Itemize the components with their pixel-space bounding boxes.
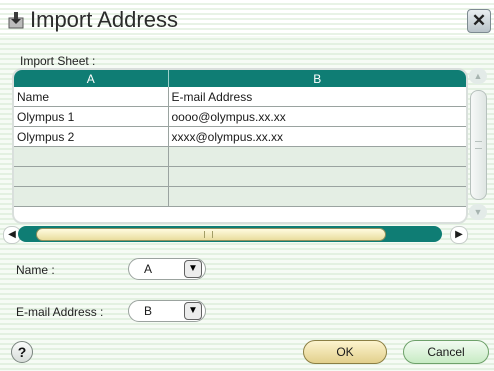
table-cell[interactable] bbox=[14, 166, 169, 187]
vertical-scroll-thumb[interactable] bbox=[470, 90, 487, 200]
name-field-label: Name : bbox=[16, 263, 55, 277]
table-row[interactable] bbox=[14, 166, 466, 187]
vertical-scrollbar[interactable]: ▲ ▼ bbox=[469, 68, 487, 220]
cancel-button[interactable]: Cancel bbox=[403, 340, 489, 364]
scroll-up-icon[interactable]: ▲ bbox=[469, 68, 487, 84]
table-row[interactable]: Name E-mail Address bbox=[14, 87, 466, 107]
column-header-b[interactable]: B bbox=[168, 70, 466, 87]
help-icon[interactable]: ? bbox=[11, 341, 33, 363]
scroll-right-icon[interactable]: ▶ bbox=[450, 226, 468, 244]
table-cell[interactable]: oooo@olympus.xx.xx bbox=[168, 106, 466, 127]
table-cell[interactable] bbox=[14, 186, 169, 207]
chevron-down-icon[interactable]: ▼ bbox=[184, 302, 202, 320]
horizontal-scroll-thumb[interactable] bbox=[36, 228, 386, 241]
table-cell[interactable] bbox=[168, 146, 466, 167]
address-import-icon bbox=[8, 12, 24, 29]
column-header-a[interactable]: A bbox=[14, 70, 169, 87]
table-cell[interactable] bbox=[14, 146, 169, 167]
chevron-down-icon[interactable]: ▼ bbox=[184, 260, 202, 278]
name-column-select[interactable]: A ▼ bbox=[128, 258, 206, 280]
import-sheet-grid[interactable]: A B Name E-mail Address Olympus 1 oooo@olym… bbox=[12, 68, 468, 224]
scroll-down-icon[interactable]: ▼ bbox=[469, 204, 487, 220]
table-cell[interactable]: Olympus 1 bbox=[14, 106, 169, 127]
email-column-select[interactable]: B ▼ bbox=[128, 300, 206, 322]
email-select-value: B bbox=[144, 304, 153, 318]
import-sheet-label: Import Sheet : bbox=[20, 54, 96, 68]
table-row[interactable] bbox=[14, 146, 466, 167]
table-cell[interactable]: xxxx@olympus.xx.xx bbox=[168, 126, 466, 147]
table-cell[interactable]: Name bbox=[14, 87, 169, 107]
table-row[interactable] bbox=[14, 186, 466, 207]
ok-button[interactable]: OK bbox=[303, 340, 387, 364]
window-title: Import Address bbox=[30, 7, 178, 32]
table-row[interactable]: Olympus 2 xxxx@olympus.xx.xx bbox=[14, 126, 466, 147]
table-cell[interactable]: Olympus 2 bbox=[14, 126, 169, 147]
table-cell[interactable]: E-mail Address bbox=[168, 87, 466, 107]
email-field-label: E-mail Address : bbox=[16, 305, 104, 319]
name-select-value: A bbox=[144, 262, 153, 276]
title-bar: Import Address ✕ bbox=[0, 0, 494, 36]
close-button[interactable]: ✕ bbox=[467, 9, 491, 33]
table-row[interactable]: Olympus 1 oooo@olympus.xx.xx bbox=[14, 106, 466, 127]
horizontal-scrollbar[interactable] bbox=[18, 226, 442, 242]
table-cell[interactable] bbox=[168, 186, 466, 207]
table-cell[interactable] bbox=[168, 166, 466, 187]
